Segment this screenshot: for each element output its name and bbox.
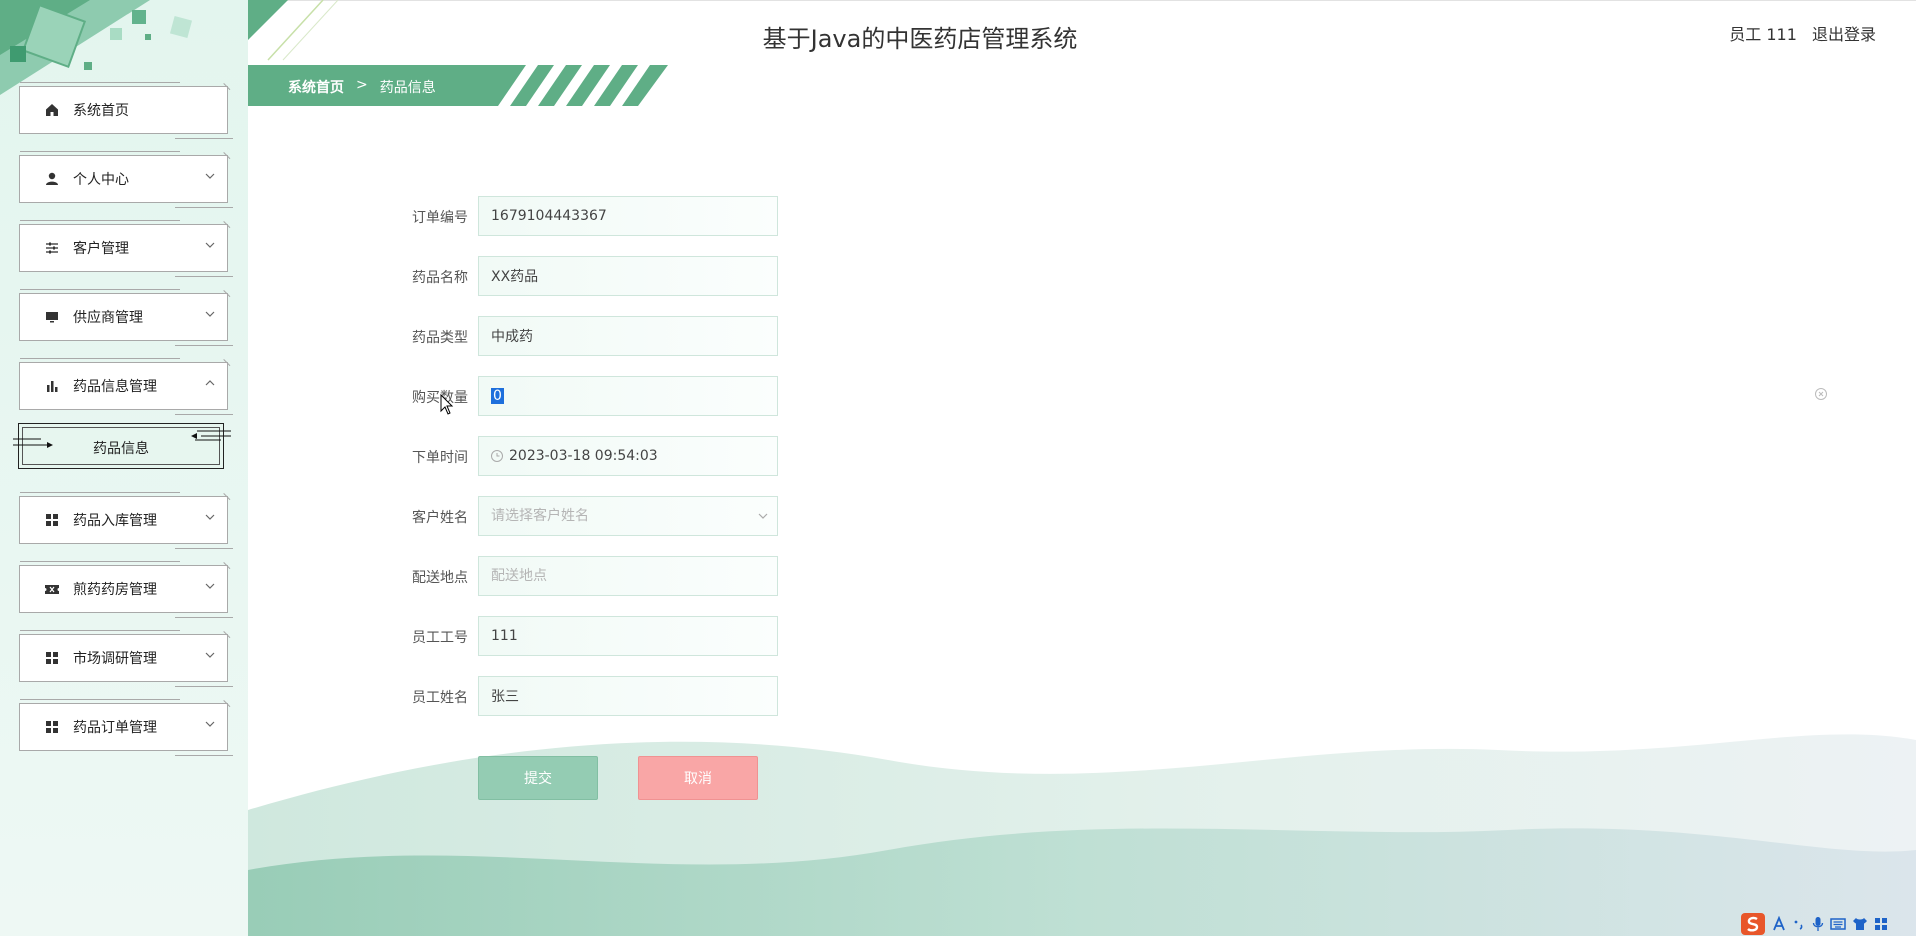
- sidebar-item-label: 药品信息管理: [73, 379, 157, 395]
- chevron-down-icon: [205, 311, 215, 317]
- order-time-input[interactable]: [478, 436, 778, 476]
- breadcrumb: 系统首页 > 药品信息: [248, 65, 668, 106]
- sidebar-item-label: 客户管理: [73, 241, 129, 257]
- order-no-input[interactable]: [478, 196, 778, 236]
- drug-type-input[interactable]: [478, 316, 778, 356]
- staff-name-input[interactable]: [478, 676, 778, 716]
- staff-no-label: 员工工号: [412, 630, 468, 646]
- grid-icon: [46, 514, 58, 526]
- breadcrumb-current: 药品信息: [379, 80, 436, 96]
- chevron-down-icon: [758, 513, 768, 519]
- sidebar-item-profile[interactable]: 个人中心: [19, 151, 233, 208]
- ticket-icon: [45, 585, 59, 594]
- mouse-cursor-icon: [440, 394, 454, 415]
- sidebar-item-decoction[interactable]: 煎药药房管理: [19, 561, 233, 618]
- breadcrumb-separator: >: [356, 77, 368, 93]
- cancel-button[interactable]: 取消: [638, 756, 758, 800]
- sidebar-item-label: 煎药药房管理: [73, 582, 157, 598]
- sidebar-item-label: 个人中心: [73, 172, 129, 188]
- customer-name-label: 客户姓名: [412, 510, 468, 526]
- sidebar-subitem-label: 药品信息: [93, 441, 149, 457]
- address-input[interactable]: [478, 556, 778, 596]
- home-icon: [46, 104, 58, 116]
- customer-name-select[interactable]: [478, 496, 778, 536]
- sidebar-item-drug-order[interactable]: 药品订单管理: [19, 699, 233, 756]
- submit-button[interactable]: 提交: [478, 756, 598, 800]
- address-label: 配送地点: [412, 570, 468, 586]
- chevron-down-icon: [205, 652, 215, 658]
- ime-toolbar: [1740, 912, 1916, 936]
- sidebar-item-label: 供应商管理: [73, 310, 143, 326]
- breadcrumb-home[interactable]: 系统首页: [288, 77, 344, 97]
- user-area: 员工 111 退出登录: [1719, 21, 1876, 45]
- sidebar-item-customer[interactable]: 客户管理: [19, 220, 233, 277]
- quantity-value: 0: [491, 388, 504, 404]
- chevron-down-icon: [205, 514, 215, 520]
- sliders-icon: [46, 242, 58, 254]
- background-waves: [248, 734, 1916, 936]
- grid-icon: [46, 652, 58, 664]
- sidebar-subitem-drug-info[interactable]: 药品信息: [13, 423, 231, 469]
- logout-link[interactable]: 退出登录: [1812, 25, 1876, 44]
- monitor-icon: [46, 312, 58, 323]
- sidebar-item-home[interactable]: 系统首页: [19, 82, 233, 139]
- clear-icon[interactable]: [1814, 387, 1828, 401]
- staff-no-input[interactable]: [478, 616, 778, 656]
- sidebar-item-label: 药品入库管理: [73, 513, 157, 529]
- staff-name-label: 员工姓名: [412, 690, 468, 706]
- drug-type-label: 药品类型: [412, 330, 468, 346]
- header: 基于Java的中医药店管理系统 员工 111 退出登录: [248, 0, 1916, 61]
- toolbox-grid-icon[interactable]: [1874, 917, 1888, 931]
- person-icon: [46, 172, 58, 185]
- keyboard-icon[interactable]: [1830, 917, 1846, 931]
- clock-icon: [491, 450, 503, 462]
- grid-icon: [46, 721, 58, 733]
- quantity-label: 购买数量: [412, 390, 468, 406]
- chevron-down-icon: [205, 721, 215, 727]
- sidebar-decoration: [0, 0, 193, 95]
- quantity-input[interactable]: 0: [478, 376, 778, 416]
- chevron-down-icon: [205, 173, 215, 179]
- sidebar-item-label: 药品订单管理: [73, 720, 157, 736]
- chevron-down-icon: [205, 242, 215, 248]
- microphone-icon[interactable]: [1812, 916, 1824, 932]
- drug-name-input[interactable]: [478, 256, 778, 296]
- bar-chart-icon: [47, 381, 58, 392]
- drug-name-label: 药品名称: [412, 270, 468, 286]
- order-no-label: 订单编号: [412, 210, 468, 226]
- skin-shirt-icon[interactable]: [1852, 917, 1868, 931]
- sidebar-item-drug-info[interactable]: 药品信息管理: [19, 358, 233, 415]
- sidebar-item-label: 系统首页: [73, 103, 129, 119]
- sidebar-item-drug-stock[interactable]: 药品入库管理: [19, 492, 233, 549]
- app-root: 系统首页 个人中心 客户管理 供应商管理 药品信息管理 药品信息 药品入库管理 …: [0, 0, 1916, 936]
- sidebar-item-market[interactable]: 市场调研管理: [19, 630, 233, 687]
- chevron-up-icon: [205, 380, 215, 386]
- page-title: 基于Java的中医药店管理系统: [762, 25, 1078, 53]
- language-icon[interactable]: [1772, 916, 1786, 932]
- sidebar: 系统首页 个人中心 客户管理 供应商管理 药品信息管理 药品信息 药品入库管理 …: [0, 0, 248, 936]
- user-label: 员工 111: [1729, 25, 1797, 44]
- sidebar-item-label: 市场调研管理: [73, 651, 157, 667]
- punctuation-icon[interactable]: [1792, 916, 1806, 932]
- sidebar-item-supplier[interactable]: 供应商管理: [19, 289, 233, 346]
- sogou-logo-icon[interactable]: [1740, 912, 1766, 936]
- order-time-label: 下单时间: [412, 450, 468, 466]
- chevron-down-icon: [205, 583, 215, 589]
